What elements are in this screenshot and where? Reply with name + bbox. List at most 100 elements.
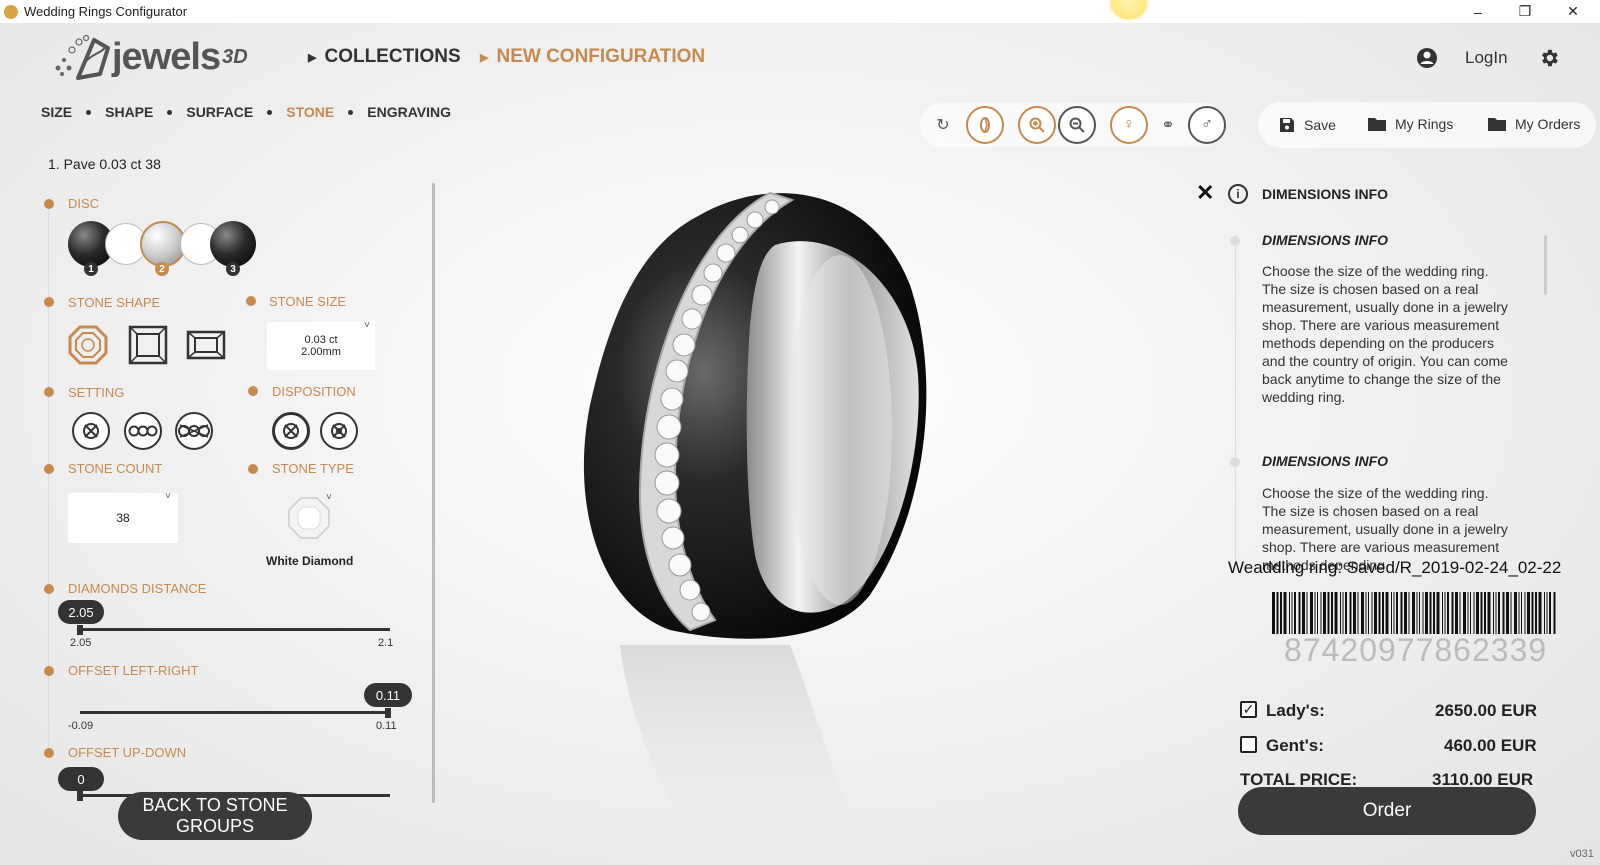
- barcode-number: 87420977862339: [1284, 632, 1548, 668]
- stone-size-label: STONE SIZE: [269, 294, 347, 309]
- step-surface[interactable]: SURFACE: [186, 104, 253, 120]
- window-title: Wedding Rings Configurator: [24, 4, 188, 19]
- stone-size-mm: 2.00mm: [301, 346, 341, 358]
- save-button[interactable]: Save: [1278, 116, 1336, 134]
- ring-view-button[interactable]: [966, 106, 1004, 144]
- barcode-image: [1272, 592, 1556, 634]
- section-dot: [246, 296, 256, 306]
- offset-left-right-handle[interactable]: [385, 708, 391, 718]
- disposition-option-1[interactable]: [272, 412, 310, 450]
- stone-count-value: 38: [116, 511, 130, 525]
- my-rings-label: My Rings: [1395, 116, 1454, 132]
- close-panel-icon[interactable]: ✕: [1196, 180, 1214, 206]
- back-button-line-2: GROUPS: [175, 816, 254, 836]
- section-dot: [44, 464, 54, 474]
- lady-ring-button[interactable]: ♀: [1110, 106, 1148, 144]
- minimize-button[interactable]: –: [1455, 0, 1501, 23]
- gents-label: Gent's:: [1266, 736, 1324, 755]
- app-icon: [4, 4, 18, 19]
- my-rings-button[interactable]: My Rings: [1367, 116, 1453, 132]
- diamonds-distance-min: 2.05: [70, 637, 92, 649]
- info-timeline-dot: [1230, 236, 1240, 246]
- gents-price: 460.00 EUR: [1444, 736, 1537, 755]
- back-button-line-1: BACK TO STONE: [142, 795, 288, 815]
- folder-icon: [1368, 118, 1386, 131]
- section-dot: [44, 199, 54, 209]
- logo-mark-icon: [55, 34, 110, 80]
- saved-ring-name: Weadding ring: Saved/R_2019-02-24_02-22: [1228, 558, 1562, 577]
- step-shape[interactable]: SHAPE: [105, 104, 153, 120]
- stone-shape-label: STONE SHAPE: [68, 295, 161, 310]
- back-to-stone-groups-button[interactable]: BACK TO STONE GROUPS: [118, 792, 312, 840]
- pave-setting-icon: [178, 424, 210, 438]
- folder-icon: [1488, 118, 1506, 131]
- setting-label: SETTING: [68, 385, 125, 400]
- restore-button[interactable]: ❐: [1502, 0, 1548, 23]
- info-entry-title: DIMENSIONS INFO: [1262, 232, 1389, 248]
- disposition-option-2[interactable]: [320, 412, 358, 450]
- nav-new-configuration[interactable]: ▶ NEW CONFIGURATION: [480, 46, 705, 68]
- diamonds-distance-track[interactable]: [80, 628, 390, 631]
- checkmark-icon: ✓: [1242, 701, 1255, 717]
- step-stone[interactable]: STONE: [286, 104, 334, 120]
- stone-size-dropdown[interactable]: 0.03 ct 2.00mm: [267, 322, 375, 370]
- triangle-right-icon: ▶: [480, 51, 489, 64]
- info-timeline-line: [1235, 235, 1236, 565]
- offset-up-down-handle[interactable]: [77, 791, 83, 801]
- offset-left-right-track[interactable]: [80, 711, 390, 714]
- setting-option-3[interactable]: [175, 412, 213, 450]
- version-label: v031: [1570, 848, 1594, 860]
- gent-ring-button[interactable]: ♂: [1188, 106, 1226, 144]
- ladys-checkbox[interactable]: ✓: [1240, 701, 1257, 718]
- diamonds-distance-max: 2.1: [378, 637, 394, 649]
- zoom-out-icon: [1069, 117, 1085, 133]
- section-dot: [248, 464, 258, 474]
- disposition-label: DISPOSITION: [272, 384, 356, 399]
- step-separator: [267, 109, 273, 115]
- info-scrollbar[interactable]: [1544, 235, 1547, 295]
- step-engraving[interactable]: ENGRAVING: [367, 104, 451, 120]
- login-link[interactable]: LogIn: [1465, 48, 1508, 68]
- rotate-view-icon[interactable]: ↻: [930, 112, 956, 138]
- info-timeline-dot: [1230, 457, 1240, 467]
- close-window-button[interactable]: ✕: [1550, 0, 1596, 23]
- logo-3d-suffix: 3D: [222, 45, 248, 68]
- setting-option-2[interactable]: [124, 412, 162, 450]
- order-button[interactable]: Order: [1238, 787, 1536, 835]
- ring-reflection: [620, 645, 870, 865]
- square-shape-icon[interactable]: [128, 325, 168, 365]
- gear-icon[interactable]: [1538, 47, 1560, 69]
- disc-badge-1: 1: [84, 262, 98, 276]
- zoom-in-icon: [1029, 117, 1045, 133]
- jewels3d-logo[interactable]: jewels 3D: [52, 32, 248, 82]
- section-dot: [248, 386, 258, 396]
- zoom-out-button[interactable]: [1058, 106, 1096, 144]
- my-orders-button[interactable]: My Orders: [1487, 116, 1580, 132]
- step-size[interactable]: SIZE: [41, 104, 72, 120]
- male-icon: ♂: [1201, 116, 1213, 133]
- user-icon[interactable]: [1416, 47, 1438, 69]
- info-entry-title: DIMENSIONS INFO: [1262, 453, 1389, 469]
- ring-3d-preview[interactable]: [540, 175, 980, 865]
- stone-count-dropdown[interactable]: 38: [68, 493, 178, 543]
- zoom-in-button[interactable]: [1018, 106, 1056, 144]
- octagon-shape-icon[interactable]: [68, 325, 108, 365]
- rectangle-shape-icon[interactable]: [186, 330, 226, 360]
- info-icon[interactable]: i: [1228, 184, 1248, 204]
- setting-option-1[interactable]: [72, 412, 110, 450]
- disc-option-3[interactable]: [210, 221, 256, 267]
- nav-new-configuration-label: NEW CONFIGURATION: [496, 46, 706, 67]
- nav-collections[interactable]: ▶ COLLECTIONS: [308, 46, 461, 68]
- offset-left-right-max: 0.11: [376, 720, 397, 732]
- step-separator: [167, 109, 173, 115]
- gents-checkbox[interactable]: [1240, 736, 1257, 753]
- section-dot: [44, 297, 54, 307]
- link-rings-icon[interactable]: ⚭: [1155, 112, 1181, 138]
- stone-size-ct: 0.03 ct: [304, 334, 338, 346]
- diamonds-distance-handle[interactable]: [77, 625, 83, 635]
- step-separator: [86, 109, 92, 115]
- step-separator: [348, 109, 354, 115]
- section-dot: [44, 666, 54, 676]
- disposition-single-icon: [283, 423, 299, 439]
- left-panel-scrollbar[interactable]: [432, 183, 435, 803]
